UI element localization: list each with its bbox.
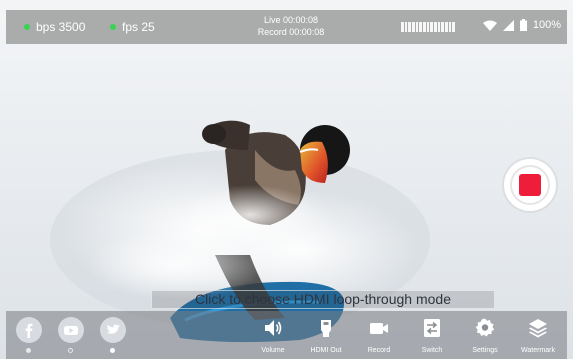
gear-icon [475, 318, 495, 337]
record-button-ring [510, 165, 550, 205]
framerate-status-dot [110, 24, 116, 30]
video-camera-icon [370, 323, 388, 334]
stop-icon [519, 174, 541, 196]
bottom-toolbar: Volume HDMI Out Record Switch Settings W… [6, 311, 567, 359]
volume-label: Volume [261, 347, 285, 354]
switch-icon [424, 319, 440, 337]
youtube-status-dot [68, 348, 73, 353]
youtube-button[interactable] [58, 317, 84, 343]
system-status: 100% [482, 19, 561, 31]
bitrate-label: bps 3500 [36, 20, 86, 34]
youtube-icon [64, 326, 78, 335]
record-time: Record 00:00:08 [257, 27, 325, 37]
hdmi-out-label: HDMI Out [310, 347, 342, 354]
record-button[interactable] [504, 159, 556, 211]
bitrate-indicator: bps 3500 [24, 20, 85, 34]
facebook-button[interactable] [16, 317, 42, 343]
settings-label: Settings [472, 347, 498, 354]
switch-label: Switch [421, 347, 443, 354]
settings-button[interactable]: Settings [465, 317, 505, 354]
camera-stage: bps 3500 fps 25 Live 00:00:08 Record 00:… [0, 0, 573, 359]
layers-icon [529, 319, 547, 338]
bitrate-status-dot [24, 24, 30, 30]
facebook-status-dot [26, 348, 31, 353]
hdmi-icon [321, 320, 331, 337]
audio-level-icon [401, 22, 456, 32]
hdmi-mode-hint[interactable]: Click to choose HDMI loop-through mode [151, 290, 495, 309]
status-bar: bps 3500 fps 25 Live 00:00:08 Record 00:… [6, 10, 567, 44]
twitter-button[interactable] [100, 317, 126, 343]
volume-button[interactable]: Volume [253, 317, 293, 354]
facebook-icon [25, 323, 33, 338]
session-timers: Live 00:00:08 Record 00:00:08 [206, 14, 376, 38]
switch-button[interactable]: Switch [412, 317, 452, 354]
twitter-icon [106, 324, 120, 334]
twitter-status-dot [110, 348, 115, 353]
record-label: Record [367, 347, 391, 354]
record-tool-button[interactable]: Record [359, 317, 399, 354]
watermark-label: Watermark [521, 347, 555, 354]
battery-icon [519, 19, 527, 31]
framerate-label: fps 25 [122, 20, 155, 34]
live-time: Live 00:00:08 [263, 15, 319, 25]
battery-percent: 100% [532, 19, 561, 31]
speaker-icon [265, 320, 282, 336]
framerate-indicator: fps 25 [110, 20, 155, 34]
hdmi-out-button[interactable]: HDMI Out [306, 317, 346, 354]
signal-icon [502, 19, 514, 31]
wifi-icon [482, 20, 497, 31]
watermark-button[interactable]: Watermark [518, 317, 558, 354]
